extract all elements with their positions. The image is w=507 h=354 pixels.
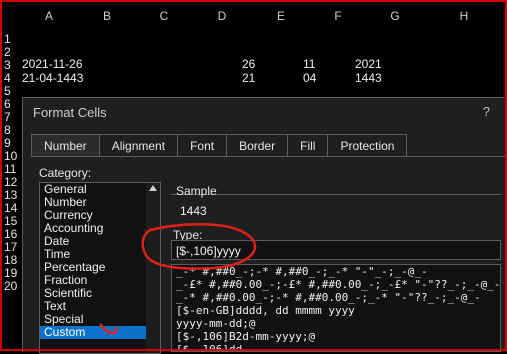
- category-label: Category:: [39, 166, 92, 180]
- dialog-tabs: Number Alignment Font Border Fill Protec…: [31, 134, 408, 157]
- cell-f4[interactable]: 1443: [355, 72, 382, 85]
- tab-fill[interactable]: Fill: [287, 134, 329, 157]
- tab-alignment[interactable]: Alignment: [98, 134, 179, 157]
- cell-d3[interactable]: 26: [242, 58, 255, 71]
- format-code-list[interactable]: _-* #,##0_-;-* #,##0_-;_-* "-"_-;_-@_- _…: [171, 264, 501, 352]
- row-header-5[interactable]: 5: [2, 84, 22, 98]
- column-header-d[interactable]: D: [192, 2, 252, 30]
- format-code-item[interactable]: [$-,106]B2d-mm-yyyy;@: [172, 330, 500, 343]
- category-custom[interactable]: Custom: [40, 326, 160, 339]
- type-input[interactable]: [$-,106]yyyy: [171, 240, 501, 260]
- format-code-item[interactable]: _-£* #,##0.00_-;-£* #,##0.00_-;_-£* "-"?…: [172, 278, 500, 291]
- tab-font[interactable]: Font: [177, 134, 228, 157]
- column-header-c[interactable]: C: [136, 2, 192, 30]
- sample-label: Sample: [176, 184, 217, 198]
- row-header-16[interactable]: 16: [2, 227, 22, 241]
- category-list[interactable]: General Number Currency Accounting Date …: [39, 182, 161, 354]
- row-header-20[interactable]: 20: [2, 279, 22, 293]
- row-header-1[interactable]: 1: [2, 32, 22, 46]
- category-scrollbar[interactable]: [146, 183, 160, 353]
- row-header-7[interactable]: 7: [2, 110, 22, 124]
- row-header-12[interactable]: 12: [2, 175, 22, 189]
- row-header-19[interactable]: 19: [2, 266, 22, 280]
- format-code-item[interactable]: yyyy-mm-dd;@: [172, 317, 500, 330]
- help-button[interactable]: ?: [483, 104, 490, 119]
- column-header-f[interactable]: F: [310, 2, 366, 30]
- tab-border[interactable]: Border: [226, 134, 289, 157]
- format-code-item[interactable]: _-* #,##0.00_-;-* #,##0.00_-;_-* "-"??_-…: [172, 291, 500, 304]
- cell-f3[interactable]: 2021: [355, 58, 382, 71]
- tab-number[interactable]: Number: [31, 134, 100, 157]
- row-header-11[interactable]: 11: [2, 162, 22, 176]
- row-header-4[interactable]: 4: [2, 71, 22, 85]
- cell-d4[interactable]: 21: [242, 72, 255, 85]
- format-code-item[interactable]: [$-en-GB]dddd, dd mmmm yyyy: [172, 304, 500, 317]
- column-header-a[interactable]: A: [20, 2, 78, 30]
- cell-e4[interactable]: 04: [303, 72, 316, 85]
- row-header-8[interactable]: 8: [2, 123, 22, 137]
- row-header-15[interactable]: 15: [2, 214, 22, 228]
- row-header-9[interactable]: 9: [2, 136, 22, 150]
- tab-divider: [31, 156, 507, 157]
- row-header-10[interactable]: 10: [2, 149, 22, 163]
- cell-a4[interactable]: 21-04-1443: [22, 72, 83, 85]
- column-header-e[interactable]: E: [252, 2, 310, 30]
- row-header-18[interactable]: 18: [2, 253, 22, 267]
- column-header-g[interactable]: G: [366, 2, 424, 30]
- sample-value: 1443: [180, 204, 207, 218]
- row-header-2[interactable]: 2: [2, 45, 22, 59]
- row-header-17[interactable]: 17: [2, 240, 22, 254]
- cell-e3[interactable]: 11: [303, 58, 315, 71]
- format-cells-dialog: Format Cells ? Number Alignment Font Bor…: [22, 97, 507, 354]
- row-header-14[interactable]: 14: [2, 201, 22, 215]
- dialog-title: Format Cells: [33, 105, 107, 120]
- row-header-6[interactable]: 6: [2, 97, 22, 111]
- row-header-3[interactable]: 3: [2, 58, 22, 72]
- row-header-13[interactable]: 13: [2, 188, 22, 202]
- column-header-b[interactable]: B: [78, 2, 136, 30]
- scroll-up-icon[interactable]: [149, 185, 157, 191]
- format-code-item[interactable]: _-* #,##0_-;-* #,##0_-;_-* "-"_-;_-@_-: [172, 265, 500, 278]
- column-header-h[interactable]: H: [424, 2, 504, 30]
- cell-a3[interactable]: 2021-11-26: [22, 58, 83, 71]
- sample-box: [171, 194, 501, 217]
- tab-protection[interactable]: Protection: [327, 134, 408, 157]
